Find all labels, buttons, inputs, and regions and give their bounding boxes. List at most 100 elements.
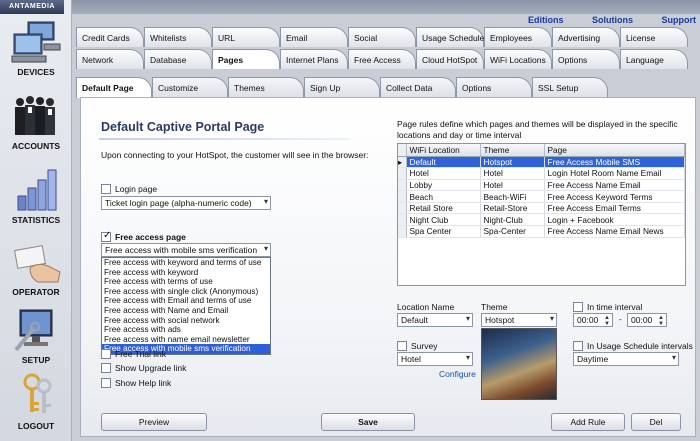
time-interval-option[interactable]: In time interval [573,302,642,312]
usage-schedule-select[interactable]: Daytime ▾ [573,352,679,366]
table-row[interactable]: Retail Store Retail-Store Free Access Em… [398,202,685,215]
tab-customize[interactable]: Customize [152,77,228,98]
row-pointer-icon: ▸ [398,156,407,169]
tab-default-page[interactable]: Default Page [76,77,152,98]
solutions-link[interactable]: Solutions [592,15,633,25]
help-label: Show Help link [115,378,172,388]
dropdown-option[interactable]: Free access with ads [102,325,270,335]
row-header [398,179,407,192]
table-row[interactable]: Night Club Night-Club Login + Facebook [398,213,685,227]
column-header[interactable]: WiFi Location [406,144,481,157]
tab-collect-data[interactable]: Collect Data [380,77,456,98]
cell-theme: Hotspot [480,156,545,169]
tab-network[interactable]: Network [76,49,144,69]
cell-location: Default [406,156,481,169]
usage-schedule-option[interactable]: In Usage Schedule intervals [573,341,693,351]
table-row[interactable]: Beach Beach-WiFi Free Access Keyword Ter… [398,190,685,203]
free-access-option[interactable]: Free access page [101,230,186,242]
table-row[interactable]: Spa Center Spa-Center Free Access Name E… [398,225,685,238]
sidebar-item-statistics[interactable]: STATISTICS [0,166,72,225]
tab-database[interactable]: Database [144,49,212,69]
sidebar-item-operator[interactable]: OPERATOR [0,238,72,297]
tab-page-options[interactable]: Options [456,77,532,98]
tab-usage-schedule[interactable]: Usage Schedule [416,27,484,47]
preview-button[interactable]: Preview [101,413,207,431]
time-to-input[interactable]: 00:00 ▲ ▼ [627,313,667,327]
page-rules-grid[interactable]: WiFi Location Theme Page ▸ Default Hotsp… [397,143,686,286]
cell-location: Night Club [406,213,481,227]
login-page-select[interactable]: Ticket login page (alpha-numeric code) ▾ [101,196,271,210]
tab-sign-up[interactable]: Sign Up [304,77,380,98]
dropdown-option[interactable]: Free access with Name and Email [102,306,270,316]
table-row[interactable]: Hotel Hotel Login Hotel Room Name Email [398,167,685,180]
time-from-input[interactable]: 00:00 ▲ ▼ [573,313,613,327]
hand-card-icon [14,245,61,283]
login-page-checkbox[interactable] [101,184,111,194]
save-button[interactable]: Save [321,413,415,431]
login-page-option[interactable]: Login page [101,184,157,194]
dropdown-option[interactable]: Free access with terms of use [102,277,270,287]
tab-advertising[interactable]: Advertising [552,27,620,47]
tab-pages[interactable]: Pages [212,49,280,69]
survey-checkbox[interactable] [397,341,407,351]
tab-social[interactable]: Social [348,27,416,47]
del-button[interactable]: Del [631,413,681,431]
free-access-select[interactable]: Free access with mobile sms verification… [101,243,271,257]
sidebar-item-accounts[interactable]: ACCOUNTS [0,92,72,151]
chevron-down-icon: ▾ [671,353,676,362]
time-interval-checkbox[interactable] [573,302,583,312]
configure-link[interactable]: Configure [439,369,476,379]
support-link[interactable]: Support [662,15,697,25]
column-header[interactable]: Theme [480,144,545,157]
table-row[interactable]: ▸ Default Hotspot Free Access Mobile SMS [398,156,685,169]
upgrade-checkbox[interactable] [101,363,111,373]
editions-link[interactable]: Editions [528,15,564,25]
dropdown-option[interactable]: Free access with single click (Anonymous… [102,287,270,297]
tab-wifi-locations[interactable]: WiFi Locations [484,49,552,69]
sidebar-item-devices[interactable]: DEVICES [0,18,72,77]
help-checkbox[interactable] [101,378,111,388]
theme-select[interactable]: Hotspot ▾ [481,313,557,327]
tab-employees[interactable]: Employees [484,27,552,47]
theme-label: Theme [481,302,508,312]
survey-option[interactable]: Survey [397,341,437,351]
dropdown-option[interactable]: Free access with social network [102,316,270,326]
computers-icon [11,21,61,63]
row-header [398,167,407,180]
tab-language[interactable]: Language [620,49,688,69]
free-access-select-value: Free access with mobile sms verification [105,245,258,255]
free-trial-option[interactable]: Free Trial link [101,349,166,359]
free-access-checkbox[interactable] [101,230,111,242]
usage-schedule-select-value: Daytime [577,354,609,364]
dropdown-option[interactable]: Free access with keyword [102,268,270,278]
tab-license[interactable]: License [620,27,688,47]
column-header[interactable]: Page [544,144,685,157]
tab-credit-cards[interactable]: Credit Cards [76,27,144,47]
tab-email[interactable]: Email [280,27,348,47]
tab-row-2: Network Database Pages Internet Plans Fr… [76,49,688,69]
help-option[interactable]: Show Help link [101,378,171,388]
cell-theme: Beach-WiFi [480,190,545,203]
survey-select[interactable]: Hotel ▾ [397,352,473,366]
sidebar-item-setup[interactable]: SETUP [0,306,72,365]
add-rule-button[interactable]: Add Rule [551,413,625,431]
tab-free-access[interactable]: Free Access [348,49,416,69]
tab-themes[interactable]: Themes [228,77,304,98]
cell-location: Hotel [406,167,481,180]
tab-ssl-setup[interactable]: SSL Setup [532,77,608,98]
sidebar-item-logout[interactable]: LOGOUT [0,372,72,431]
tab-whitelists[interactable]: Whitelists [144,27,212,47]
tab-url[interactable]: URL [212,27,280,47]
time-to-value: 00:00 [631,315,653,325]
usage-schedule-checkbox[interactable] [573,341,583,351]
dropdown-option[interactable]: Free access with Email and terms of use [102,296,270,306]
free-trial-checkbox[interactable] [101,349,111,359]
tab-internet-plans[interactable]: Internet Plans [280,49,348,69]
upgrade-option[interactable]: Show Upgrade link [101,363,186,373]
dropdown-option[interactable]: Free access with keyword and terms of us… [102,258,270,268]
tab-options[interactable]: Options [552,49,620,69]
tab-cloud-hotspot[interactable]: Cloud HotSpot [416,49,484,69]
dropdown-option[interactable]: Free access with name email newsletter [102,335,270,345]
table-row[interactable]: Lobby Hotel Free Access Name Email [398,179,685,192]
location-select[interactable]: Default ▾ [397,313,473,327]
